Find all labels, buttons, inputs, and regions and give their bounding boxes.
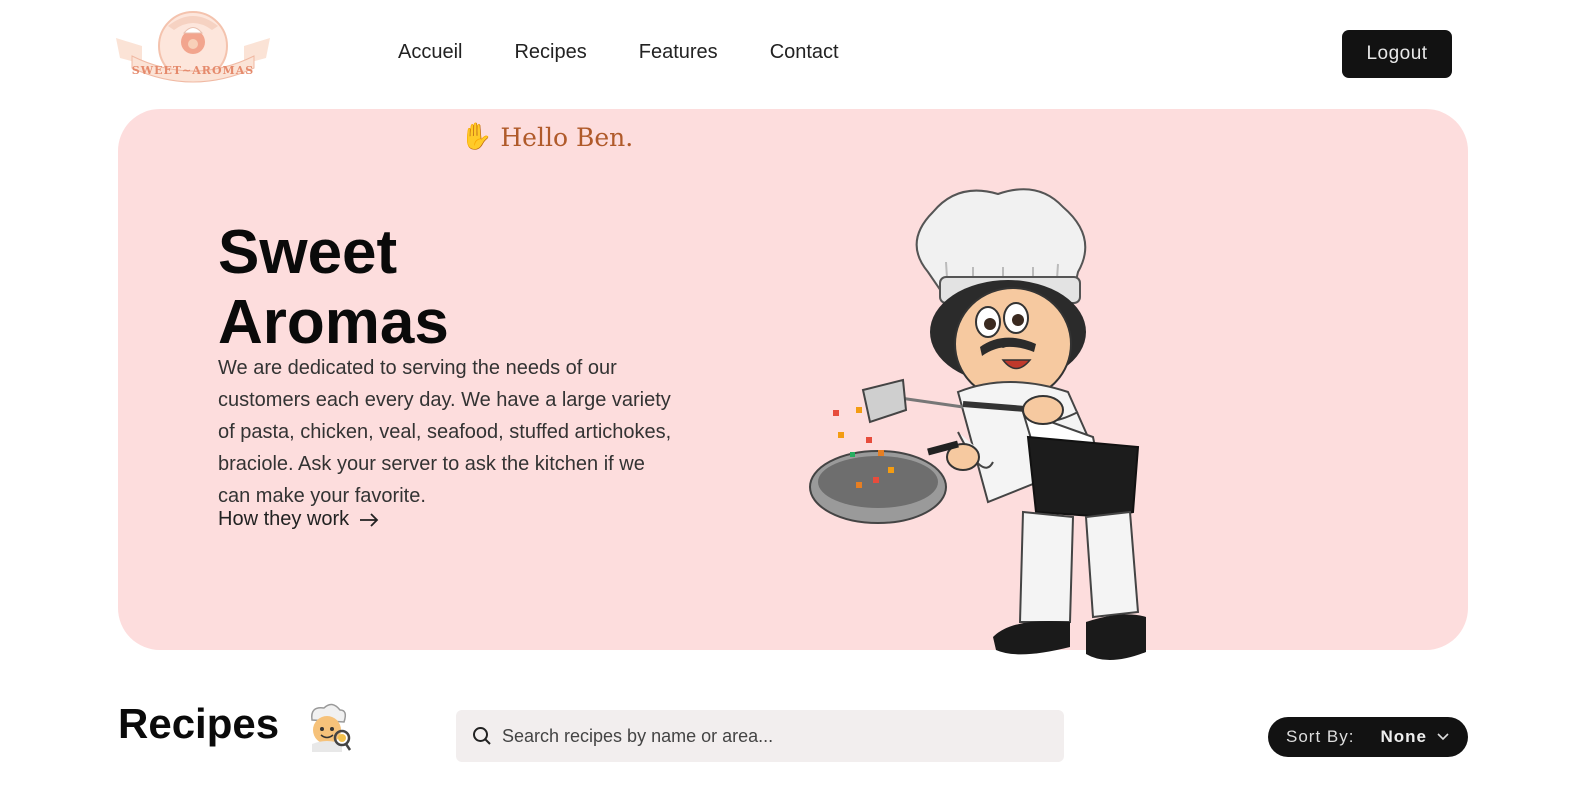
search-icon — [473, 727, 491, 745]
sort-value: None — [1380, 727, 1427, 746]
logo[interactable]: SWEET~AROMAS — [112, 8, 274, 88]
how-they-work-link[interactable]: How they work — [218, 508, 379, 531]
hero-description: We are dedicated to serving the needs of… — [218, 357, 672, 507]
main-nav: Accueil Recipes Features Contact — [398, 40, 891, 64]
header: SWEET~AROMAS Accueil Recipes Features Co… — [0, 0, 1592, 108]
hero-title-line1: Sweet — [218, 218, 398, 287]
hero-title-line2: Aromas — [218, 288, 449, 357]
how-they-work-label: How they work — [218, 508, 350, 530]
hero-title: Sweet Aromas — [218, 218, 449, 358]
chevron-down-icon — [1437, 733, 1449, 741]
sort-label: Sort By: — [1286, 727, 1355, 746]
greeting-text: Hello Ben. — [500, 122, 634, 152]
chef-illustration — [809, 188, 1146, 661]
arrow-right-icon — [360, 512, 379, 527]
recipes-title: Recipes — [118, 700, 280, 747]
scrollbar[interactable] — [1576, 0, 1592, 811]
nav-item-features[interactable]: Features — [639, 40, 718, 64]
nav-item-recipes[interactable]: Recipes — [514, 40, 586, 64]
sort-dropdown[interactable]: Sort By: None — [1268, 717, 1468, 757]
nav-item-accueil[interactable]: Accueil — [398, 40, 462, 64]
recipe-search — [456, 710, 1064, 762]
chef-emoji-icon — [311, 703, 352, 752]
greeting: ✋ Hello Ben. — [460, 122, 633, 152]
search-input[interactable] — [502, 725, 1042, 747]
logo-text: SWEET~AROMAS — [132, 64, 254, 77]
logout-button[interactable]: Logout — [1342, 30, 1452, 78]
waving-hand-icon: ✋ — [460, 122, 493, 152]
nav-item-contact[interactable]: Contact — [770, 40, 839, 64]
